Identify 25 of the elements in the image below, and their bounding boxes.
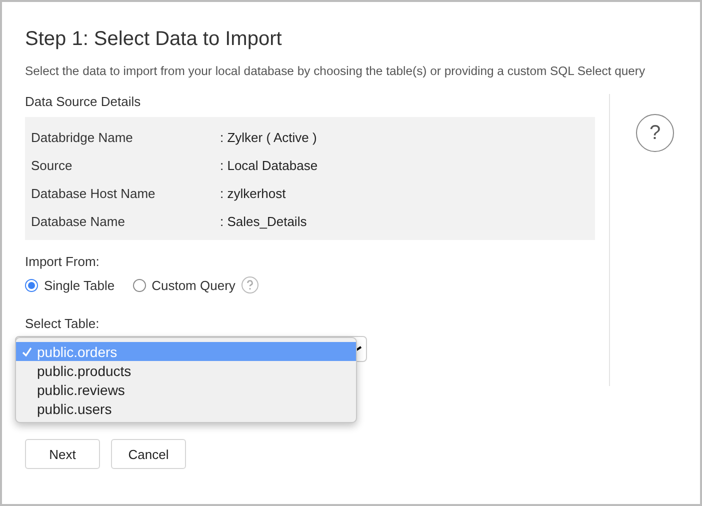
dropdown-option[interactable]: public.products [16,361,356,380]
section-heading: Data Source Details [25,94,142,109]
check-icon [21,346,33,358]
action-button[interactable]: Cancel [111,439,186,469]
radio-button[interactable] [25,278,38,292]
action-button[interactable]: Next [25,439,100,469]
detail-label: Database Host Name [31,186,156,201]
detail-label: Databridge Name [31,130,134,145]
radio-button[interactable] [132,278,146,292]
detail-value: : zylkerhost [220,186,286,201]
page-description: Select the data to import from your local database by choosing the table(s) or providing a custom SQL Select query [25,64,646,78]
dropdown-option[interactable]: public.users [16,399,356,418]
detail-value: : Zylker ( Active ) [220,130,317,145]
detail-label: Database Name [31,214,126,229]
detail-value: : Local Database [220,158,318,173]
detail-label: Source [31,158,74,173]
field-label: Select Table: [25,316,100,331]
field-label: Import From: [25,254,100,269]
help-button[interactable]: ? [636,114,674,152]
radio-label[interactable]: Custom Query [152,278,236,292]
dropdown-option[interactable]: public.reviews [16,380,356,399]
radio-label[interactable]: Single Table [44,278,115,292]
detail-value: : Sales_Details [220,214,307,229]
page-title: Step 1: Select Data to Import [25,28,283,51]
help-icon[interactable] [241,276,260,294]
